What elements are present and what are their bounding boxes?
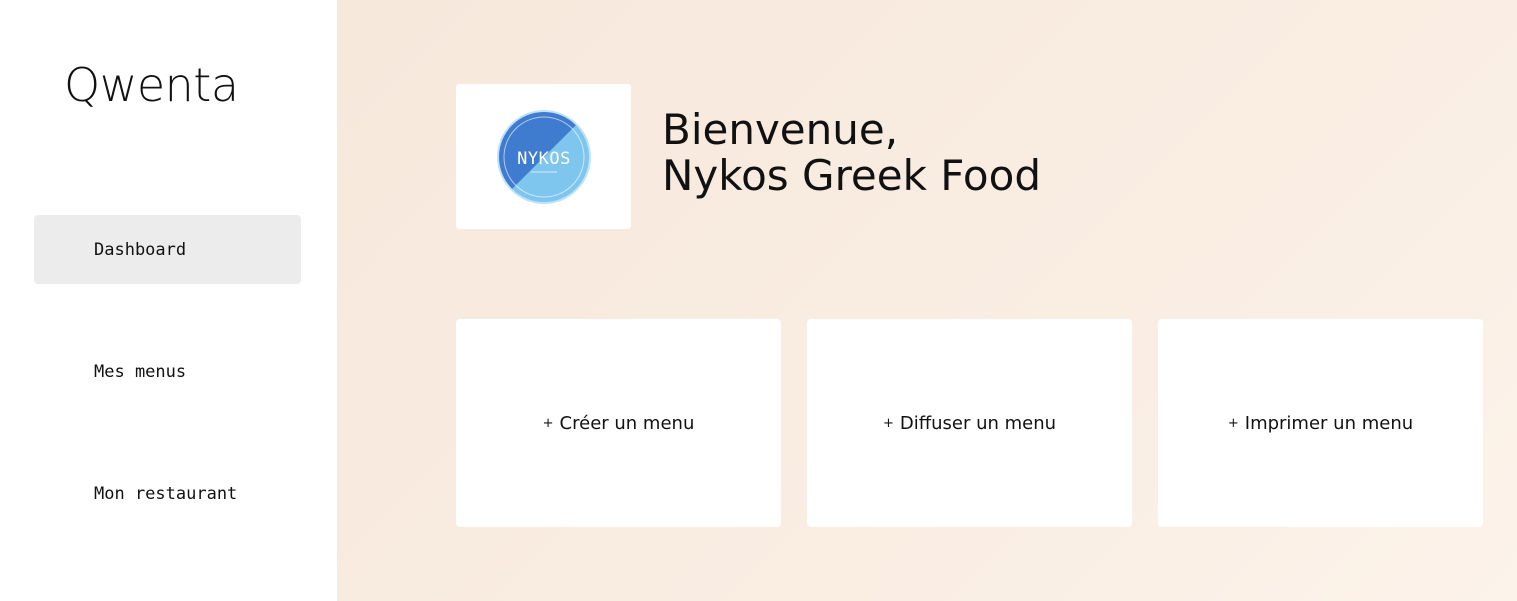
restaurant-name: Nykos Greek Food (662, 151, 1041, 200)
plus-icon: + (882, 415, 894, 431)
plus-icon: + (1227, 415, 1239, 431)
sidebar-item-label: Dashboard (94, 239, 187, 260)
restaurant-logo: NYKOS (496, 109, 591, 204)
app-root: Qwenta Dashboard Mes menus Mon restauran… (0, 0, 1517, 601)
sidebar-item-mes-menus[interactable]: Mes menus (34, 337, 301, 406)
sidebar-item-label: Mon restaurant (94, 483, 238, 504)
main-content: NYKOS Bienvenue, Nykos Greek Food + Crée… (337, 0, 1517, 601)
create-menu-button[interactable]: + Créer un menu (456, 319, 781, 527)
restaurant-logo-text: NYKOS (517, 149, 571, 169)
print-menu-button[interactable]: + Imprimer un menu (1158, 319, 1483, 527)
broadcast-menu-button[interactable]: + Diffuser un menu (807, 319, 1132, 527)
greeting-text: Bienvenue, (662, 105, 899, 154)
restaurant-logo-card: NYKOS (456, 84, 631, 229)
action-label: Diffuser un menu (899, 412, 1057, 434)
action-label: Créer un menu (559, 412, 695, 434)
brand-logo[interactable]: Qwenta (64, 58, 239, 112)
sidebar: Qwenta Dashboard Mes menus Mon restauran… (0, 0, 337, 601)
welcome-heading: Bienvenue, Nykos Greek Food (662, 107, 1041, 199)
sidebar-item-mon-restaurant[interactable]: Mon restaurant (34, 459, 301, 528)
action-label: Imprimer un menu (1244, 412, 1414, 434)
sidebar-item-dashboard[interactable]: Dashboard (34, 215, 301, 284)
sidebar-item-label: Mes menus (94, 361, 187, 382)
plus-icon: + (542, 415, 554, 431)
